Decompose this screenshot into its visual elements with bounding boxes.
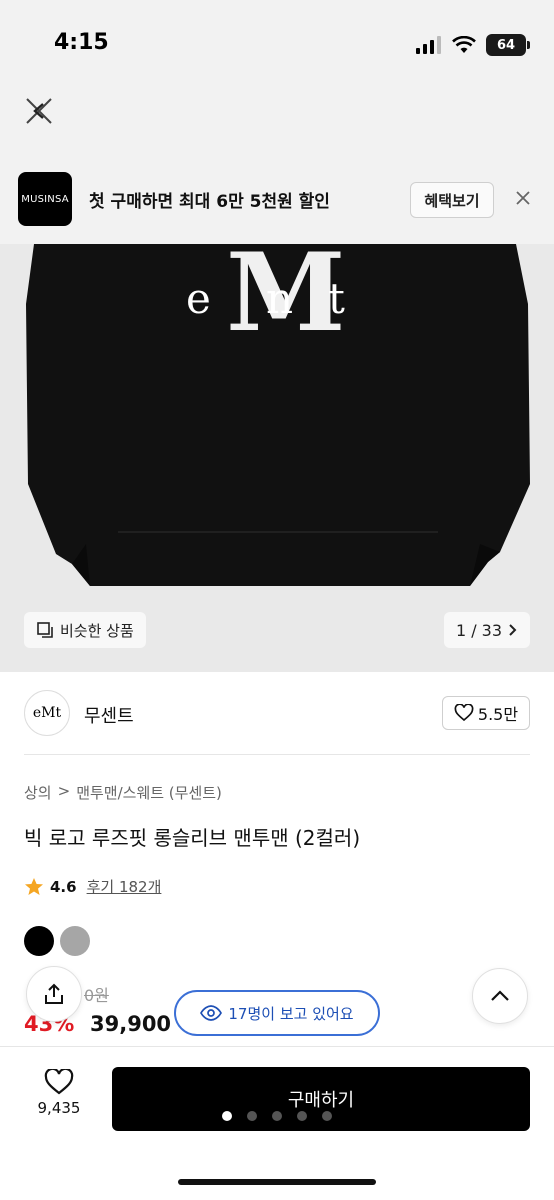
- chevron-right-icon: [509, 624, 517, 636]
- viewers-badge: 17명이 보고 있어요: [174, 990, 380, 1036]
- carousel-dot[interactable]: [247, 1111, 257, 1121]
- carousel-dot[interactable]: [297, 1111, 307, 1121]
- carousel-dot[interactable]: [272, 1111, 282, 1121]
- breadcrumb: 상의 > 맨투맨/스웨트 (무센트): [24, 782, 222, 803]
- brand-avatar[interactable]: eMt: [24, 690, 70, 736]
- sale-price: 39,900: [90, 1012, 172, 1036]
- color-swatch-gray[interactable]: [60, 926, 90, 956]
- breadcrumb-category[interactable]: 상의: [24, 782, 52, 803]
- close-icon[interactable]: [22, 94, 56, 128]
- close-banner-icon[interactable]: [513, 188, 533, 208]
- scroll-top-button[interactable]: [472, 968, 528, 1024]
- signal-icon: [416, 36, 441, 54]
- heart-icon: [44, 1069, 74, 1095]
- carousel-dots: [222, 1111, 332, 1121]
- carousel-dot[interactable]: [322, 1111, 332, 1121]
- review-link[interactable]: 후기 182개: [87, 876, 162, 897]
- product-image[interactable]: e M n t: [0, 244, 554, 672]
- image-page-count[interactable]: 1 / 33: [444, 612, 530, 648]
- musinsa-logo: MUSINSA: [18, 172, 72, 226]
- viewers-text: 17명이 보고 있어요: [228, 1004, 354, 1023]
- benefit-button[interactable]: 혜택보기: [410, 182, 494, 218]
- divider: [24, 754, 530, 755]
- brand-like-count: 5.5만: [477, 705, 519, 724]
- chevron-up-icon: [491, 990, 509, 1001]
- star-icon: [25, 877, 43, 895]
- color-swatches: [24, 926, 90, 956]
- home-indicator: [178, 1179, 376, 1185]
- status-bar: 4:15 64: [0, 0, 554, 86]
- copy-icon: [37, 622, 53, 638]
- wishlist-button[interactable]: 9,435: [28, 1069, 90, 1117]
- similar-products-button[interactable]: 비슷한 상품: [24, 612, 146, 648]
- brand-name[interactable]: 무센트: [84, 702, 134, 728]
- status-indicators: 64: [416, 34, 530, 56]
- share-button[interactable]: [26, 966, 82, 1022]
- promo-text: 첫 구매하면 최대 6만 5천원 할인: [89, 192, 330, 212]
- similar-products-label: 비슷한 상품: [60, 621, 134, 640]
- image-page-count-label: 1 / 33: [455, 620, 503, 640]
- color-swatch-black[interactable]: [24, 926, 54, 956]
- top-nav: [0, 86, 554, 290]
- battery-icon: 64: [486, 34, 530, 56]
- product-title: 빅 로고 루즈핏 롱슬리브 맨투맨 (2컬러): [24, 826, 361, 850]
- heart-icon: [454, 704, 474, 722]
- brand-like-button[interactable]: 5.5만: [442, 696, 530, 730]
- status-time: 4:15: [54, 30, 109, 55]
- logo-print: e M n t: [186, 244, 366, 356]
- brand-row: eMt 무센트 5.5만: [0, 680, 554, 752]
- rating-value: 4.6: [50, 877, 77, 896]
- rating-row: 4.6 후기 182개: [24, 876, 161, 897]
- breadcrumb-separator: >: [57, 782, 71, 800]
- logo-letter-t: t: [328, 274, 345, 323]
- share-icon: [45, 983, 63, 1004]
- original-price: 0원: [84, 986, 109, 1005]
- logo-letter-e: e: [186, 274, 211, 323]
- wifi-icon: [452, 36, 476, 53]
- buy-button[interactable]: 구매하기: [112, 1067, 530, 1131]
- carousel-dot[interactable]: [222, 1111, 232, 1121]
- wishlist-count: 9,435: [37, 1099, 81, 1117]
- promo-banner: MUSINSA 첫 구매하면 최대 6만 5천원 할인 혜택보기: [0, 158, 554, 244]
- breadcrumb-subcategory[interactable]: 맨투맨/스웨트 (무센트): [76, 782, 222, 803]
- bottom-bar: 9,435 구매하기: [0, 1046, 554, 1200]
- eye-icon: [200, 1005, 223, 1021]
- logo-letter-n: n: [266, 274, 294, 323]
